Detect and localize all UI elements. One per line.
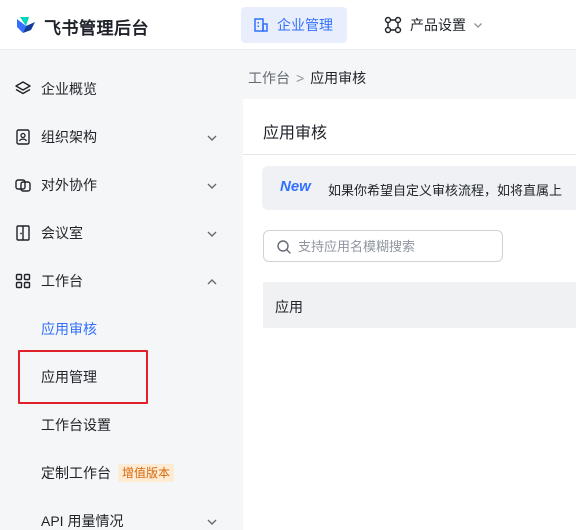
breadcrumb-current: 应用审核 <box>310 70 367 86</box>
contact-card-icon <box>16 129 30 145</box>
chevron-down-icon[interactable] <box>205 227 219 241</box>
breadcrumb: 工作台 > 应用审核 <box>248 68 366 88</box>
sidebar-item-label: 企业概览 <box>41 81 97 97</box>
link-squares-icon <box>15 179 31 192</box>
sidebar-subitem-app-management[interactable]: 应用管理 <box>0 355 242 399</box>
building-icon <box>254 18 268 32</box>
tab-enterprise-management[interactable]: 企业管理 <box>241 7 347 43</box>
sidebar-item-external-collaboration[interactable]: 对外协作 <box>0 163 242 207</box>
chevron-down-icon[interactable] <box>205 131 219 145</box>
sidebar-item-label: 组织架构 <box>41 129 97 145</box>
door-icon <box>16 225 30 241</box>
sidebar-item-enterprise-overview[interactable]: 企业概览 <box>0 67 242 111</box>
main-content: 工作台 > 应用审核 应用审核 New 如果你希望自定义审核流程，如将直属上 应… <box>242 50 576 530</box>
layers-icon <box>15 81 31 95</box>
breadcrumb-separator: > <box>296 70 305 86</box>
sidebar-subitem-label: 应用管理 <box>41 369 97 385</box>
tab-label: 企业管理 <box>277 17 333 33</box>
brand-title[interactable]: 飞书管理后台 <box>44 14 149 39</box>
search-box[interactable] <box>263 230 503 262</box>
new-tag: New <box>280 178 311 195</box>
chevron-down-icon[interactable] <box>205 515 219 529</box>
sidebar-subitem-custom-workspace[interactable]: 定制工作台 增值版本 <box>0 451 242 495</box>
chevron-down-icon <box>474 23 482 28</box>
tab-label: 产品设置 <box>410 17 466 33</box>
grid-icon <box>15 273 31 289</box>
chevron-down-icon[interactable] <box>205 179 219 193</box>
sidebar-subitem-workspace-settings[interactable]: 工作台设置 <box>0 403 242 447</box>
column-header-app: 应用 <box>275 299 303 315</box>
divider <box>243 154 576 155</box>
sidebar-item-workspace[interactable]: 工作台 <box>0 259 242 303</box>
premium-badge: 增值版本 <box>118 464 175 482</box>
sidebar-subitem-label: 工作台设置 <box>41 417 111 433</box>
sidebar-subitem-label: 定制工作台 <box>41 465 111 481</box>
sidebar: 企业概览 组织架构 对外协作 会议室 工作台 应用审核 应用管理 工作台设置 定… <box>0 50 242 530</box>
page-title: 应用审核 <box>263 125 328 142</box>
sidebar-item-organization[interactable]: 组织架构 <box>0 115 242 159</box>
sidebar-item-meeting-room[interactable]: 会议室 <box>0 211 242 255</box>
sidebar-item-label: API 用量情况 <box>41 513 124 529</box>
nodes-icon <box>384 16 402 34</box>
sidebar-item-label: 对外协作 <box>41 177 97 193</box>
sidebar-subitem-label: 应用审核 <box>41 321 97 337</box>
tab-product-settings[interactable]: 产品设置 <box>372 7 496 43</box>
search-input[interactable] <box>298 236 494 256</box>
content-panel: 应用审核 New 如果你希望自定义审核流程，如将直属上 应用 <box>243 99 576 530</box>
sidebar-item-api-usage[interactable]: API 用量情况 <box>0 499 242 530</box>
top-bar: 飞书管理后台 企业管理 产品设置 <box>0 0 576 50</box>
breadcrumb-parent[interactable]: 工作台 <box>248 68 290 88</box>
notice-text: 如果你希望自定义审核流程，如将直属上 <box>328 183 563 198</box>
sidebar-subitem-app-review[interactable]: 应用审核 <box>0 307 242 351</box>
table-header: 应用 <box>263 282 576 328</box>
sidebar-item-label: 工作台 <box>41 273 83 289</box>
sidebar-item-label: 会议室 <box>41 225 83 241</box>
search-icon <box>277 240 291 254</box>
feishu-logo[interactable] <box>14 13 38 37</box>
notice-banner: New 如果你希望自定义审核流程，如将直属上 <box>262 166 576 210</box>
chevron-up-icon[interactable] <box>205 275 219 289</box>
